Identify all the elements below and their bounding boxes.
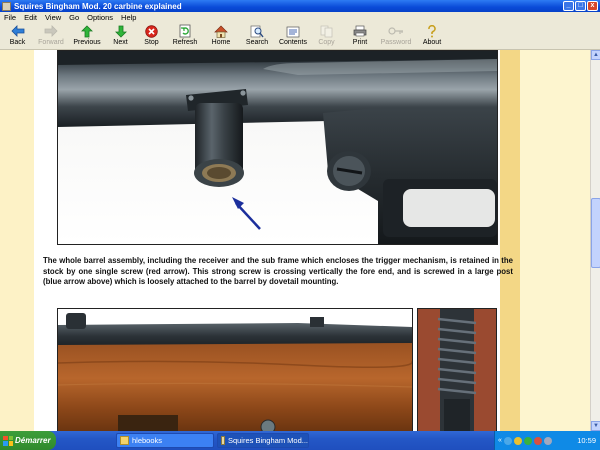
stop-label: Stop (144, 39, 159, 46)
barrel-post-photo (57, 50, 498, 245)
taskbar: Démarrer hlebooks Squires Bingham Mod...… (0, 431, 600, 450)
windows-logo-icon (3, 435, 13, 446)
home-button[interactable]: Home (203, 23, 239, 50)
stock-photo (57, 308, 413, 431)
update-icon[interactable] (523, 436, 532, 445)
search-icon (248, 24, 266, 38)
minimize-button[interactable]: _ (563, 1, 574, 11)
tray-expand-icon[interactable]: « (498, 437, 502, 444)
copy-icon (318, 24, 336, 38)
window-title: Squires Bingham Mod. 20 carbine explaine… (14, 1, 182, 11)
home-label: Home (211, 39, 231, 46)
help-book-icon (221, 436, 225, 445)
menu-go[interactable]: Go (65, 13, 83, 22)
print-icon (351, 24, 369, 38)
scroll-down-button[interactable]: ▼ (591, 421, 600, 431)
previous-label: Previous (73, 39, 101, 46)
clock[interactable]: 10:59 (577, 436, 596, 445)
key-icon (387, 24, 405, 38)
password-label: Password (380, 39, 412, 46)
search-label: Search (245, 39, 269, 46)
stop-button[interactable]: Stop (136, 23, 167, 50)
task-hlebooks[interactable]: hlebooks (116, 433, 214, 448)
start-label: Démarrer (15, 436, 51, 445)
app-icon (2, 1, 11, 11)
copy-button[interactable]: Copy (311, 23, 342, 50)
print-button[interactable]: Print (342, 23, 378, 50)
folder-icon (120, 436, 129, 445)
password-button[interactable]: Password (378, 23, 414, 50)
home-icon (212, 24, 230, 38)
about-label: About (422, 39, 442, 46)
browser-window: Squires Bingham Mod. 20 carbine explaine… (0, 0, 600, 431)
back-label: Back (9, 39, 26, 46)
search-button[interactable]: Search (239, 23, 275, 50)
volume-icon[interactable] (543, 436, 552, 445)
menu-help[interactable]: Help (117, 13, 140, 22)
forward-button[interactable]: Forward (33, 23, 69, 50)
toolbar: Back Forward Previous Next Stop Refresh … (0, 23, 600, 50)
title-bar[interactable]: Squires Bingham Mod. 20 carbine explaine… (0, 0, 600, 12)
menu-file[interactable]: File (0, 13, 20, 22)
network-icon[interactable] (503, 436, 512, 445)
forward-arrow-icon (42, 24, 60, 38)
contents-label: Contents (278, 39, 308, 46)
task-squires-bingham[interactable]: Squires Bingham Mod... (217, 433, 309, 448)
threaded-screw-photo (417, 308, 497, 431)
maximize-button[interactable]: □ (575, 1, 586, 11)
menu-edit[interactable]: Edit (20, 13, 41, 22)
next-label: Next (113, 39, 128, 46)
back-arrow-icon (9, 24, 27, 38)
contents-button[interactable]: Contents (275, 23, 311, 50)
forward-label: Forward (38, 39, 64, 46)
print-label: Print (352, 39, 368, 46)
back-button[interactable]: Back (2, 23, 33, 50)
task-hlebooks-label: hlebooks (132, 436, 163, 445)
system-tray: « 10:59 (494, 431, 600, 450)
security-icon[interactable] (513, 436, 522, 445)
stop-icon (143, 24, 161, 38)
previous-button[interactable]: Previous (69, 23, 105, 50)
about-button[interactable]: About (414, 23, 450, 50)
refresh-label: Refresh (172, 39, 198, 46)
about-icon (423, 24, 441, 38)
scroll-up-button[interactable]: ▲ (591, 50, 600, 60)
task-squires-bingham-label: Squires Bingham Mod... (227, 436, 308, 445)
page-content: The whole barrel assembly, including the… (0, 50, 590, 431)
contents-icon (284, 24, 302, 38)
menu-view[interactable]: View (41, 13, 65, 22)
refresh-icon (176, 24, 194, 38)
up-arrow-icon (78, 24, 96, 38)
menu-bar: File Edit View Go Options Help (0, 12, 600, 23)
refresh-button[interactable]: Refresh (167, 23, 203, 50)
scroll-thumb[interactable] (591, 198, 600, 268)
next-button[interactable]: Next (105, 23, 136, 50)
down-arrow-icon (112, 24, 130, 38)
antivirus-icon[interactable] (533, 436, 542, 445)
close-button[interactable]: x (587, 1, 598, 11)
copy-label: Copy (318, 39, 335, 46)
start-button[interactable]: Démarrer (0, 431, 56, 450)
menu-options[interactable]: Options (83, 13, 117, 22)
vertical-scrollbar[interactable]: ▲ ▼ (590, 50, 600, 431)
description-paragraph: The whole barrel assembly, including the… (43, 256, 513, 286)
